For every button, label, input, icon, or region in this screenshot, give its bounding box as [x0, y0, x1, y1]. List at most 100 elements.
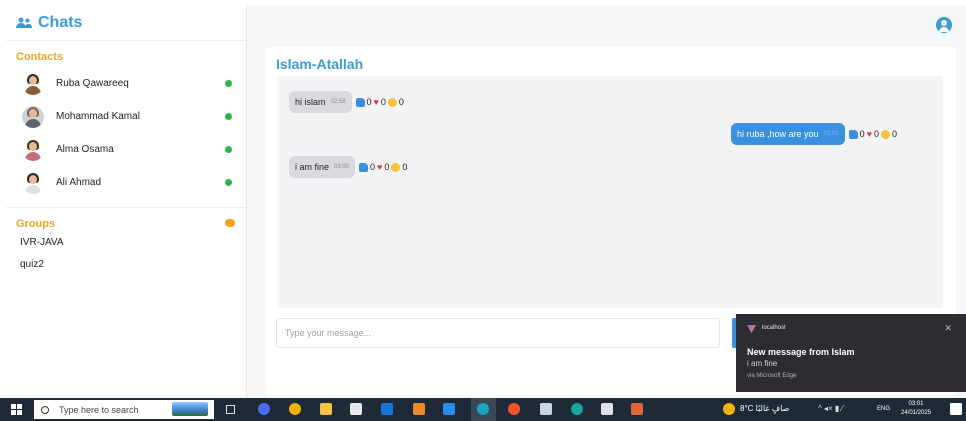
taskbar-search[interactable]: Type here to search [34, 400, 214, 419]
online-status-dot [225, 146, 232, 153]
outlook-app-icon[interactable] [381, 403, 393, 415]
message-time: 03:00 [823, 131, 839, 137]
heart-icon[interactable]: ♥ [374, 97, 379, 107]
laugh-icon[interactable] [387, 97, 397, 107]
online-status-dot [225, 179, 232, 186]
group-item-ivr-java[interactable]: IVR-JAVA [6, 232, 246, 254]
contact-name: Alma Osama [56, 144, 114, 155]
message-text: hi islam [295, 97, 326, 107]
heart-icon[interactable]: ♥ [377, 162, 382, 172]
avatar [22, 105, 44, 128]
edge-dev-app-icon[interactable] [571, 403, 583, 415]
clock[interactable]: 03:01 24/01/2025 [901, 400, 931, 418]
message-time: 03:00 [334, 164, 350, 170]
group-item-quiz2[interactable]: quiz2 [6, 254, 246, 276]
like-count: 0 [366, 97, 372, 107]
clock-time: 03:01 [908, 401, 924, 407]
message-bubble-incoming[interactable]: i am fine 03:00 [289, 156, 356, 178]
message-row: hi islam 02:58 0 ♥ 0 0 [289, 91, 404, 113]
laugh-count: 0 [402, 162, 408, 172]
toast-title: New message from Islam [747, 347, 855, 357]
language-indicator[interactable]: ENG [877, 406, 890, 412]
reactions: 0 ♥ 0 0 [359, 162, 407, 172]
sidebar: Chats Contacts Ruba Qawareeq Mohammad Ka… [6, 5, 247, 398]
task-view-icon[interactable] [226, 405, 235, 414]
terminal-app-icon[interactable] [601, 403, 613, 415]
chrome-app-icon[interactable] [289, 403, 301, 415]
copilot-app-icon[interactable] [258, 403, 270, 415]
store-app-icon[interactable] [350, 403, 362, 415]
laugh-count: 0 [398, 97, 404, 107]
laugh-icon[interactable] [391, 162, 401, 172]
laugh-icon[interactable] [880, 129, 890, 139]
users-icon [16, 17, 32, 28]
contact-name: Ali Ahmad [56, 177, 102, 188]
groups-header: Groups [6, 208, 246, 230]
heart-count: 0 [380, 97, 386, 107]
message-input[interactable] [277, 319, 719, 347]
edge-app-icon[interactable] [477, 403, 489, 415]
top-bar [247, 5, 966, 41]
like-icon[interactable] [359, 162, 369, 172]
search-icon [41, 405, 49, 414]
message-text: i am fine [295, 162, 330, 172]
brave-app-icon[interactable] [508, 403, 520, 415]
vscode-app-icon[interactable] [443, 403, 455, 415]
contact-name: Mohammad Kamal [56, 111, 140, 122]
message-text: hi ruba ,how are you [737, 129, 819, 139]
groups-heading: Groups [16, 218, 56, 230]
online-status-dot [225, 80, 232, 87]
message-row: i am fine 03:00 0 ♥ 0 0 [289, 156, 407, 178]
avatar [22, 139, 44, 161]
message-bubble-outgoing[interactable]: hi ruba ,how are you 03:00 [731, 123, 845, 145]
contact-item-ruba[interactable]: Ruba Qawareeq [6, 67, 246, 100]
taskbar: Type here to search 8°C صافٍ غالبًا ^ ◂×… [0, 398, 966, 421]
contact-item-mohammad[interactable]: Mohammad Kamal [6, 100, 246, 133]
system-tray-icons[interactable]: ^ ◂× ▮ ⁄ [818, 404, 843, 413]
search-placeholder: Type here to search [59, 404, 139, 415]
group-chat-icon[interactable] [225, 219, 235, 227]
message-bubble-incoming[interactable]: hi islam 02:58 [289, 91, 352, 113]
like-icon[interactable] [355, 97, 365, 107]
chat-title: Islam-Atallah [276, 56, 364, 72]
notification-center-icon[interactable] [950, 403, 962, 415]
reactions: 0 ♥ 0 0 [848, 129, 897, 139]
contacts-heading: Contacts [16, 51, 64, 63]
like-count: 0 [370, 162, 376, 172]
like-count: 0 [859, 129, 865, 139]
sublime-app-icon[interactable] [413, 403, 425, 415]
contact-item-alma[interactable]: Alma Osama [6, 133, 246, 166]
avatar [22, 172, 44, 194]
user-profile-icon[interactable] [936, 17, 952, 33]
notepad-app-icon[interactable] [540, 403, 552, 415]
weather-text[interactable]: 8°C صافٍ غالبًا [740, 404, 789, 413]
toast-source: localhost [762, 325, 786, 331]
windows-start-icon[interactable] [11, 404, 22, 415]
brand: Chats [6, 5, 246, 41]
reactions: 0 ♥ 0 0 [355, 97, 404, 107]
message-time: 02:58 [330, 99, 346, 105]
message-row: hi ruba ,how are you 03:00 0 ♥ 0 0 [731, 123, 897, 145]
heart-count: 0 [384, 162, 390, 172]
file-explorer-icon[interactable] [320, 403, 332, 415]
heart-count: 0 [873, 129, 879, 139]
laugh-count: 0 [891, 129, 897, 139]
contact-name: Ruba Qawareeq [56, 78, 129, 89]
weather-icon[interactable] [723, 403, 735, 415]
git-app-icon[interactable] [631, 403, 643, 415]
toast-via: via Microsoft Edge [747, 373, 797, 379]
app-window: Chats Contacts Ruba Qawareeq Mohammad Ka… [0, 0, 966, 421]
toast-body: i am fine [747, 359, 778, 368]
online-status-dot [225, 113, 232, 120]
browser-app-icon [747, 325, 756, 333]
notification-toast[interactable]: localhost ✕ New message from Islam i am … [736, 314, 966, 392]
clock-date: 24/01/2025 [901, 410, 932, 416]
message-list[interactable]: hi islam 02:58 0 ♥ 0 0 hi ruba ,how are … [277, 76, 943, 308]
search-highlight-image [172, 402, 208, 416]
message-composer [276, 318, 720, 348]
contact-item-ali[interactable]: Ali Ahmad [6, 166, 246, 199]
like-icon[interactable] [848, 129, 858, 139]
heart-icon[interactable]: ♥ [867, 129, 872, 139]
close-icon[interactable]: ✕ [944, 323, 952, 334]
avatar [22, 73, 44, 95]
